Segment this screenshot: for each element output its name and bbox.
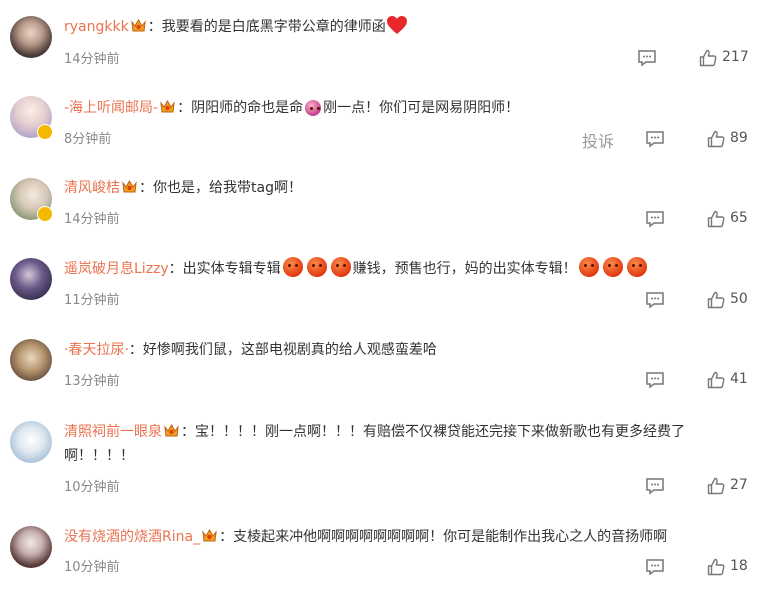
thumbs-up-icon[interactable] — [707, 477, 725, 495]
comment-icon[interactable] — [645, 558, 665, 576]
comment-time: 14分钟前 — [64, 212, 120, 227]
crown-badge-icon — [201, 528, 218, 543]
report-link[interactable]: 投诉 — [582, 128, 614, 152]
avatar[interactable] — [10, 421, 52, 463]
comment-time: 14分钟前 — [64, 52, 120, 67]
thumbs-up-icon[interactable] — [707, 371, 725, 389]
comment-icon[interactable] — [645, 477, 665, 495]
comment-author[interactable]: ·春天拉尿· — [64, 342, 129, 358]
angry-emoji-icon — [626, 257, 647, 277]
comment-author[interactable]: -海上听闻邮局- — [64, 100, 158, 116]
comment-text: ：宝！！！！刚一点啊！！！有赔偿不仅裸贷能还完接下来做新歌也有更多经费了 — [181, 424, 685, 440]
thumbs-up-icon[interactable] — [707, 130, 725, 148]
angry-emoji-icon — [306, 257, 327, 277]
angry-emoji-icon — [578, 257, 599, 277]
avatar[interactable] — [10, 339, 52, 381]
comment-time: 8分钟前 — [64, 132, 112, 147]
like-count: 41 — [730, 371, 748, 387]
comment-author[interactable]: 没有烧酒的烧酒Rina_ — [64, 529, 200, 545]
comment-text: ：好惨啊我们鼠，这部电视剧真的给人观感蛮差哈 — [128, 342, 437, 358]
comment-author[interactable]: 遥岚破月息Lizzy — [64, 261, 169, 277]
thumbs-up-icon[interactable] — [707, 210, 725, 228]
comment-text: ：阴阳师的命也是命 — [177, 100, 304, 116]
comment-author[interactable]: 清照祠前一眼泉 — [64, 424, 162, 440]
comment-icon[interactable] — [645, 371, 665, 389]
comment-text: 赚钱，预售也行，妈的出实体专辑！ — [352, 261, 577, 277]
angry-emoji-icon — [330, 257, 351, 277]
crown-badge-icon — [163, 423, 180, 438]
thumbs-up-icon[interactable] — [707, 558, 725, 576]
angry-emoji-icon — [602, 257, 623, 277]
comment-icon[interactable] — [645, 210, 665, 228]
comment-author[interactable]: ryangkkk — [64, 19, 129, 35]
avatar[interactable] — [10, 526, 52, 568]
comment-text: ：出实体专辑专辑 — [168, 261, 281, 277]
verified-badge-icon — [37, 124, 53, 140]
comment-icon[interactable] — [645, 291, 665, 309]
comment-author[interactable]: 清风峻桔 — [64, 180, 120, 196]
avatar[interactable] — [10, 16, 52, 58]
angry-emoji-icon — [282, 257, 303, 277]
crown-badge-icon — [121, 179, 138, 194]
thumbs-up-icon[interactable] — [707, 291, 725, 309]
like-count: 18 — [730, 558, 748, 574]
comment-text: ：你也是，给我带tag啊！ — [139, 180, 302, 196]
like-count: 217 — [722, 49, 749, 65]
like-count: 89 — [730, 130, 748, 146]
crown-badge-icon — [159, 99, 176, 114]
avatar[interactable] — [10, 258, 52, 300]
thumbs-up-icon[interactable] — [699, 49, 717, 67]
crown-badge-icon — [130, 18, 147, 33]
verified-badge-icon — [37, 206, 53, 222]
comment-time: 11分钟前 — [64, 293, 120, 308]
like-count: 27 — [730, 477, 748, 493]
comment-icon[interactable] — [637, 49, 657, 67]
heart-icon — [386, 15, 408, 35]
like-count: 65 — [730, 210, 748, 226]
comment-time: 10分钟前 — [64, 560, 120, 575]
like-count: 50 — [730, 291, 748, 307]
comment-time: 13分钟前 — [64, 374, 120, 389]
comment-time: 10分钟前 — [64, 480, 120, 495]
comment-text: ：支棱起来冲他啊啊啊啊啊啊啊啊！你可是能制作出我心之人的音扬师啊 — [219, 529, 668, 545]
comment-text: ：我要看的是白底黑字带公章的律师函 — [147, 19, 386, 35]
crying-emoji-icon — [305, 100, 322, 116]
comment-text: 刚一点！你们可是网易阴阳师！ — [323, 100, 520, 116]
comment-text-continued: 啊！！！！ — [64, 448, 134, 464]
comment-icon[interactable] — [645, 130, 665, 148]
